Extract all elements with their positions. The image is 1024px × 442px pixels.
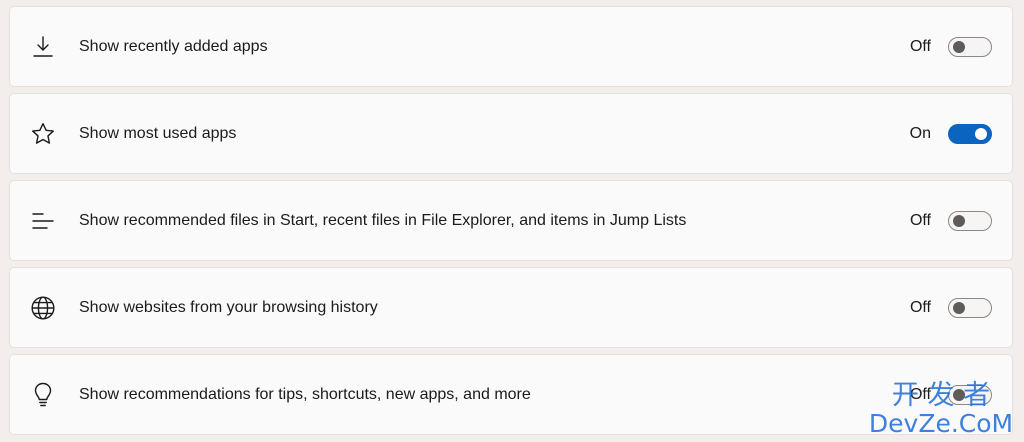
setting-label: Show recommendations for tips, shortcuts…: [79, 385, 531, 403]
lightbulb-icon: [30, 382, 56, 408]
setting-row-most-used-apps: Show most used apps On: [9, 93, 1013, 174]
toggle-knob: [953, 301, 965, 314]
recently-added-apps-toggle[interactable]: [948, 36, 992, 57]
toggle-knob: [953, 388, 965, 401]
setting-label: Show recommended files in Start, recent …: [79, 211, 687, 229]
toggle-knob: [975, 127, 987, 140]
recommendations-tips-toggle[interactable]: [948, 384, 992, 405]
settings-list: Show recently added apps Off Show most u…: [9, 6, 1013, 435]
setting-row-recommended-files: Show recommended files in Start, recent …: [9, 180, 1013, 261]
toggle-state-label: Off: [909, 211, 931, 229]
setting-label: Show websites from your browsing history: [79, 298, 378, 316]
recommended-files-toggle[interactable]: [948, 210, 992, 231]
toggle-knob: [953, 40, 965, 53]
toggle-state-label: Off: [909, 37, 931, 55]
setting-label: Show most used apps: [79, 124, 237, 142]
list-lines-icon: [30, 208, 56, 234]
setting-row-recently-added-apps: Show recently added apps Off: [9, 6, 1013, 87]
globe-icon: [30, 295, 56, 321]
star-icon: [30, 121, 56, 147]
most-used-apps-toggle[interactable]: [948, 123, 992, 144]
download-icon: [30, 34, 56, 60]
setting-row-recommendations-tips: Show recommendations for tips, shortcuts…: [9, 354, 1013, 435]
setting-label: Show recently added apps: [79, 37, 268, 55]
toggle-knob: [953, 214, 965, 227]
browsing-history-toggle[interactable]: [948, 297, 992, 318]
toggle-state-label: Off: [909, 385, 931, 403]
toggle-state-label: Off: [909, 298, 931, 316]
toggle-state-label: On: [909, 124, 931, 142]
setting-row-browsing-history: Show websites from your browsing history…: [9, 267, 1013, 348]
